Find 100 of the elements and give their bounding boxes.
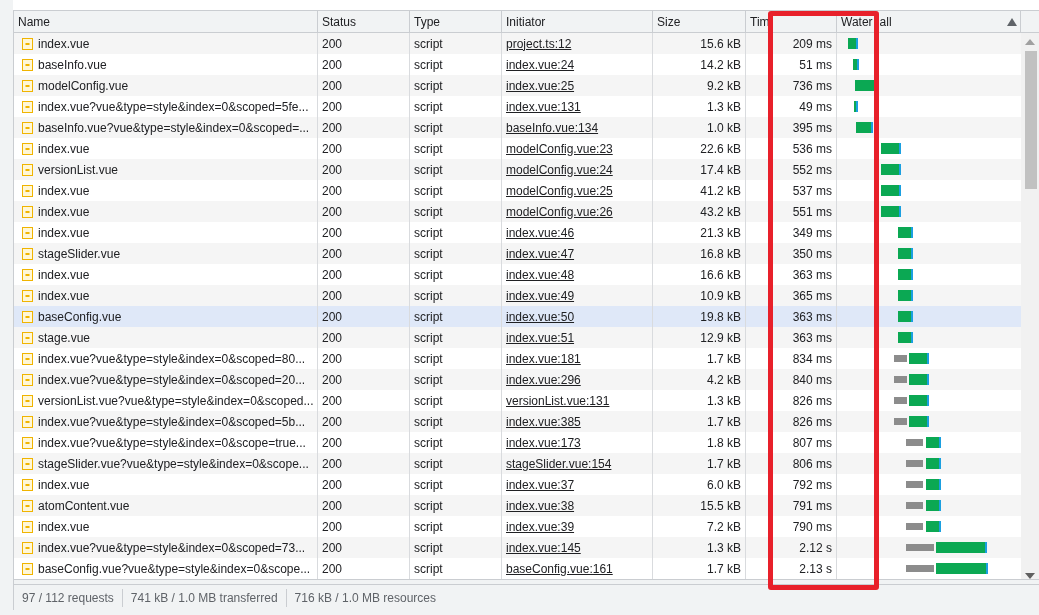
initiator-link[interactable]: index.vue:46	[506, 223, 575, 242]
request-type: script	[414, 392, 443, 410]
request-row[interactable]: stage.vue 200 script index.vue:51 12.9 kB 363 ms	[14, 327, 1021, 348]
request-name: index.vue	[38, 266, 90, 284]
file-icon	[22, 373, 33, 386]
request-row[interactable]: stageSlider.vue 200 script index.vue:47 16.8 kB 350 ms	[14, 243, 1021, 264]
initiator-link[interactable]: modelConfig.vue:25	[506, 181, 613, 200]
initiator-link[interactable]: index.vue:131	[506, 97, 581, 116]
size-value: 15.5 kB	[700, 497, 741, 515]
request-row[interactable]: stageSlider.vue?vue&type=style&index=0&scope... 200 script stageSlider.vue:154 1.7 kB 806 ms	[14, 453, 1021, 474]
file-icon	[22, 499, 33, 512]
initiator-link[interactable]: baseConfig.vue:161	[506, 559, 613, 578]
initiator-link[interactable]: index.vue:50	[506, 307, 575, 326]
size-value: 4.2 kB	[706, 371, 741, 389]
initiator-link[interactable]: index.vue:48	[506, 265, 575, 284]
waterfall-bar-drawing	[906, 458, 941, 469]
initiator-link[interactable]: index.vue:173	[506, 433, 581, 452]
file-icon	[22, 184, 33, 197]
status-code: 200	[322, 476, 343, 494]
initiator-link[interactable]: modelConfig.vue:26	[506, 202, 613, 221]
initiator-link[interactable]: index.vue:49	[506, 286, 575, 305]
column-header[interactable]: Name	[18, 12, 50, 31]
request-row[interactable]: index.vue 200 script project.ts:12 15.6 kB 209 ms	[14, 33, 1021, 54]
initiator-link[interactable]: index.vue:145	[506, 538, 581, 557]
time-value: 49 ms	[799, 98, 832, 116]
request-row[interactable]: baseConfig.vue 200 script index.vue:50 19.8 kB 363 ms	[14, 306, 1021, 327]
status-code: 200	[322, 224, 343, 242]
column-header[interactable]: all	[879, 12, 892, 31]
size-value: 1.7 kB	[706, 560, 741, 578]
request-type: script	[414, 56, 443, 74]
request-row[interactable]: index.vue 200 script index.vue:49 10.9 kB 365 ms	[14, 285, 1021, 306]
request-type: script	[414, 245, 443, 263]
column-header[interactable]: Status	[322, 12, 357, 31]
time-value: 834 ms	[792, 350, 832, 368]
request-name: index.vue?vue&type=style&index=0&scoped=5fe...	[38, 98, 309, 116]
time-value: 791 ms	[792, 497, 832, 515]
request-row[interactable]: index.vue?vue&type=style&index=0&scoped=73... 200 script index.vue:145 1.3 kB 2.12 s	[14, 537, 1021, 558]
time-value: 537 ms	[792, 182, 832, 200]
request-row[interactable]: index.vue?vue&type=style&index=0&scoped=20... 200 script index.vue:296 4.2 kB 840 ms	[14, 369, 1021, 390]
request-name: stage.vue	[38, 329, 91, 347]
request-row[interactable]: index.vue 200 script modelConfig.vue:26 43.2 kB 551 ms	[14, 201, 1021, 222]
request-type: script	[414, 497, 443, 515]
status-code: 200	[322, 182, 343, 200]
initiator-link[interactable]: index.vue:385	[506, 412, 581, 431]
size-value: 12.9 kB	[700, 329, 741, 347]
initiator-link[interactable]: stageSlider.vue:154	[506, 454, 612, 473]
size-value: 21.3 kB	[700, 224, 741, 242]
request-row[interactable]: baseInfo.vue?vue&type=style&index=0&scoped=... 200 script baseInfo.vue:134 1.0 kB 395 ms	[14, 117, 1021, 138]
waterfall-bar-drawing	[894, 353, 929, 364]
request-row[interactable]: versionList.vue 200 script modelConfig.vue:24 17.4 kB 552 ms	[14, 159, 1021, 180]
initiator-link[interactable]: project.ts:12	[506, 34, 572, 53]
request-type: script	[414, 518, 443, 536]
initiator-link[interactable]: versionList.vue:131	[506, 391, 610, 410]
initiator-link[interactable]: index.vue:24	[506, 55, 575, 74]
size-value: 9.2 kB	[706, 77, 741, 95]
status-code: 200	[322, 140, 343, 158]
request-row[interactable]: atomContent.vue 200 script index.vue:38 15.5 kB 791 ms	[14, 495, 1021, 516]
initiator-link[interactable]: index.vue:51	[506, 328, 575, 347]
time-value: 350 ms	[792, 245, 832, 263]
status-code: 200	[322, 56, 343, 74]
request-name: baseInfo.vue?vue&type=style&index=0&scoped=...	[38, 119, 310, 137]
request-row[interactable]: index.vue?vue&type=style&index=0&scoped=5b... 200 script index.vue:385 1.7 kB 826 ms	[14, 411, 1021, 432]
column-header[interactable]: Type	[414, 12, 440, 31]
file-icon	[22, 163, 33, 176]
request-type: script	[414, 98, 443, 116]
waterfall-bar-drawing	[898, 269, 913, 280]
initiator-link[interactable]: baseInfo.vue:134	[506, 118, 599, 137]
scrollbar-thumb[interactable]	[1025, 51, 1037, 189]
sort-ascending-icon[interactable]	[1007, 18, 1017, 26]
initiator-link[interactable]: index.vue:37	[506, 475, 575, 494]
size-value: 17.4 kB	[700, 161, 741, 179]
initiator-link[interactable]: index.vue:39	[506, 517, 575, 536]
waterfall-bar-drawing	[898, 248, 913, 259]
request-name: index.vue?vue&type=style&index=0&scoped=5b...	[38, 413, 306, 431]
initiator-link[interactable]: modelConfig.vue:23	[506, 139, 613, 158]
request-row[interactable]: modelConfig.vue 200 script index.vue:25 9.2 kB 736 ms	[14, 75, 1021, 96]
status-code: 200	[322, 560, 343, 578]
column-header[interactable]: Initiator	[506, 12, 546, 31]
status-code: 200	[322, 392, 343, 410]
waterfall-bar-drawing	[894, 416, 929, 427]
request-type: script	[414, 413, 443, 431]
initiator-link[interactable]: index.vue:181	[506, 349, 581, 368]
request-type: script	[414, 560, 443, 578]
initiator-link[interactable]: modelConfig.vue:24	[506, 160, 613, 179]
scrollbar[interactable]	[1021, 33, 1039, 579]
request-type: script	[414, 119, 443, 137]
initiator-link[interactable]: index.vue:38	[506, 496, 575, 515]
initiator-link[interactable]: index.vue:47	[506, 244, 575, 263]
initiator-link[interactable]: index.vue:296	[506, 370, 581, 389]
column-header[interactable]: Size	[657, 12, 681, 31]
scroll-up-icon[interactable]	[1025, 39, 1035, 45]
size-value: 19.8 kB	[700, 308, 741, 326]
waterfall-bar-drawing	[898, 311, 913, 322]
request-name: stageSlider.vue?vue&type=style&index=0&scope...	[38, 455, 309, 473]
file-icon	[22, 121, 33, 134]
waterfall-bar-drawing	[881, 143, 901, 154]
waterfall-bar-drawing	[853, 59, 859, 70]
size-value: 43.2 kB	[700, 203, 741, 221]
column-header[interactable]: Water	[841, 12, 873, 31]
initiator-link[interactable]: index.vue:25	[506, 76, 575, 95]
